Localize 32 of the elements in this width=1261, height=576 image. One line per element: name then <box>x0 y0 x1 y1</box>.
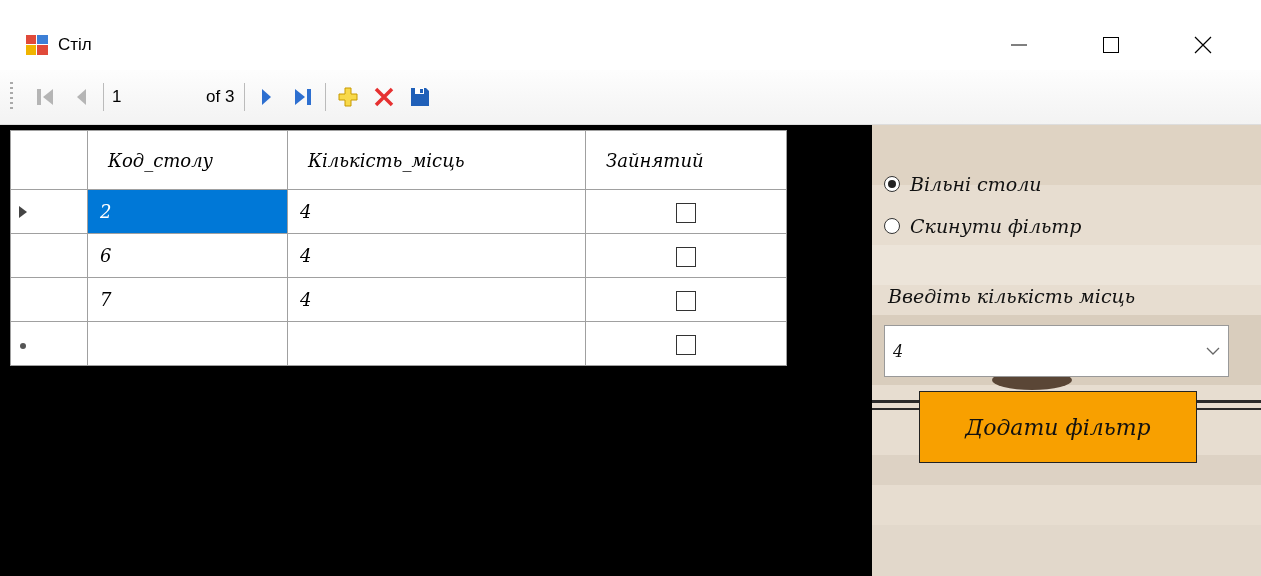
position-field[interactable]: 1 <box>108 83 206 111</box>
close-icon <box>1193 35 1213 55</box>
window-title: Стіл <box>58 35 92 55</box>
skip-back-icon <box>36 87 54 107</box>
column-header[interactable]: Зайнятий <box>585 130 787 190</box>
table-cell[interactable]: 2 <box>87 189 288 234</box>
add-filter-button[interactable]: Додати фільтр <box>919 391 1197 463</box>
chevron-down-icon <box>1206 347 1220 355</box>
cross-icon <box>374 87 395 107</box>
maximize-icon <box>1101 35 1121 55</box>
left-triangle-icon <box>75 87 87 107</box>
table-cell[interactable]: 7 <box>87 277 288 322</box>
occupied-checkbox[interactable] <box>676 334 696 355</box>
table-cell[interactable]: 4 <box>287 189 586 234</box>
seats-dropdown[interactable]: 4 <box>884 325 1229 377</box>
table-cell[interactable]: 4 <box>287 233 586 278</box>
occupied-checkbox[interactable] <box>676 246 696 267</box>
column-header[interactable]: Кількість_місць <box>287 130 586 190</box>
plus-icon <box>338 87 359 107</box>
column-header[interactable]: Код_столу <box>87 130 288 190</box>
table-cell[interactable]: 4 <box>287 277 586 322</box>
record-count: of 3 <box>206 87 235 107</box>
occupied-checkbox[interactable] <box>676 202 696 223</box>
filter-radio[interactable]: Вільні столи <box>884 163 1261 205</box>
skip-forward-icon <box>294 87 313 107</box>
table-cell[interactable]: 6 <box>87 233 288 278</box>
seats-label: Введіть кількість місць <box>888 285 1136 307</box>
occupied-checkbox[interactable] <box>676 290 696 311</box>
minimize-icon <box>1011 44 1027 46</box>
filter-radio[interactable]: Скинути фільтр <box>884 205 1261 247</box>
new-row-icon <box>19 342 27 350</box>
app-icon <box>26 35 48 55</box>
